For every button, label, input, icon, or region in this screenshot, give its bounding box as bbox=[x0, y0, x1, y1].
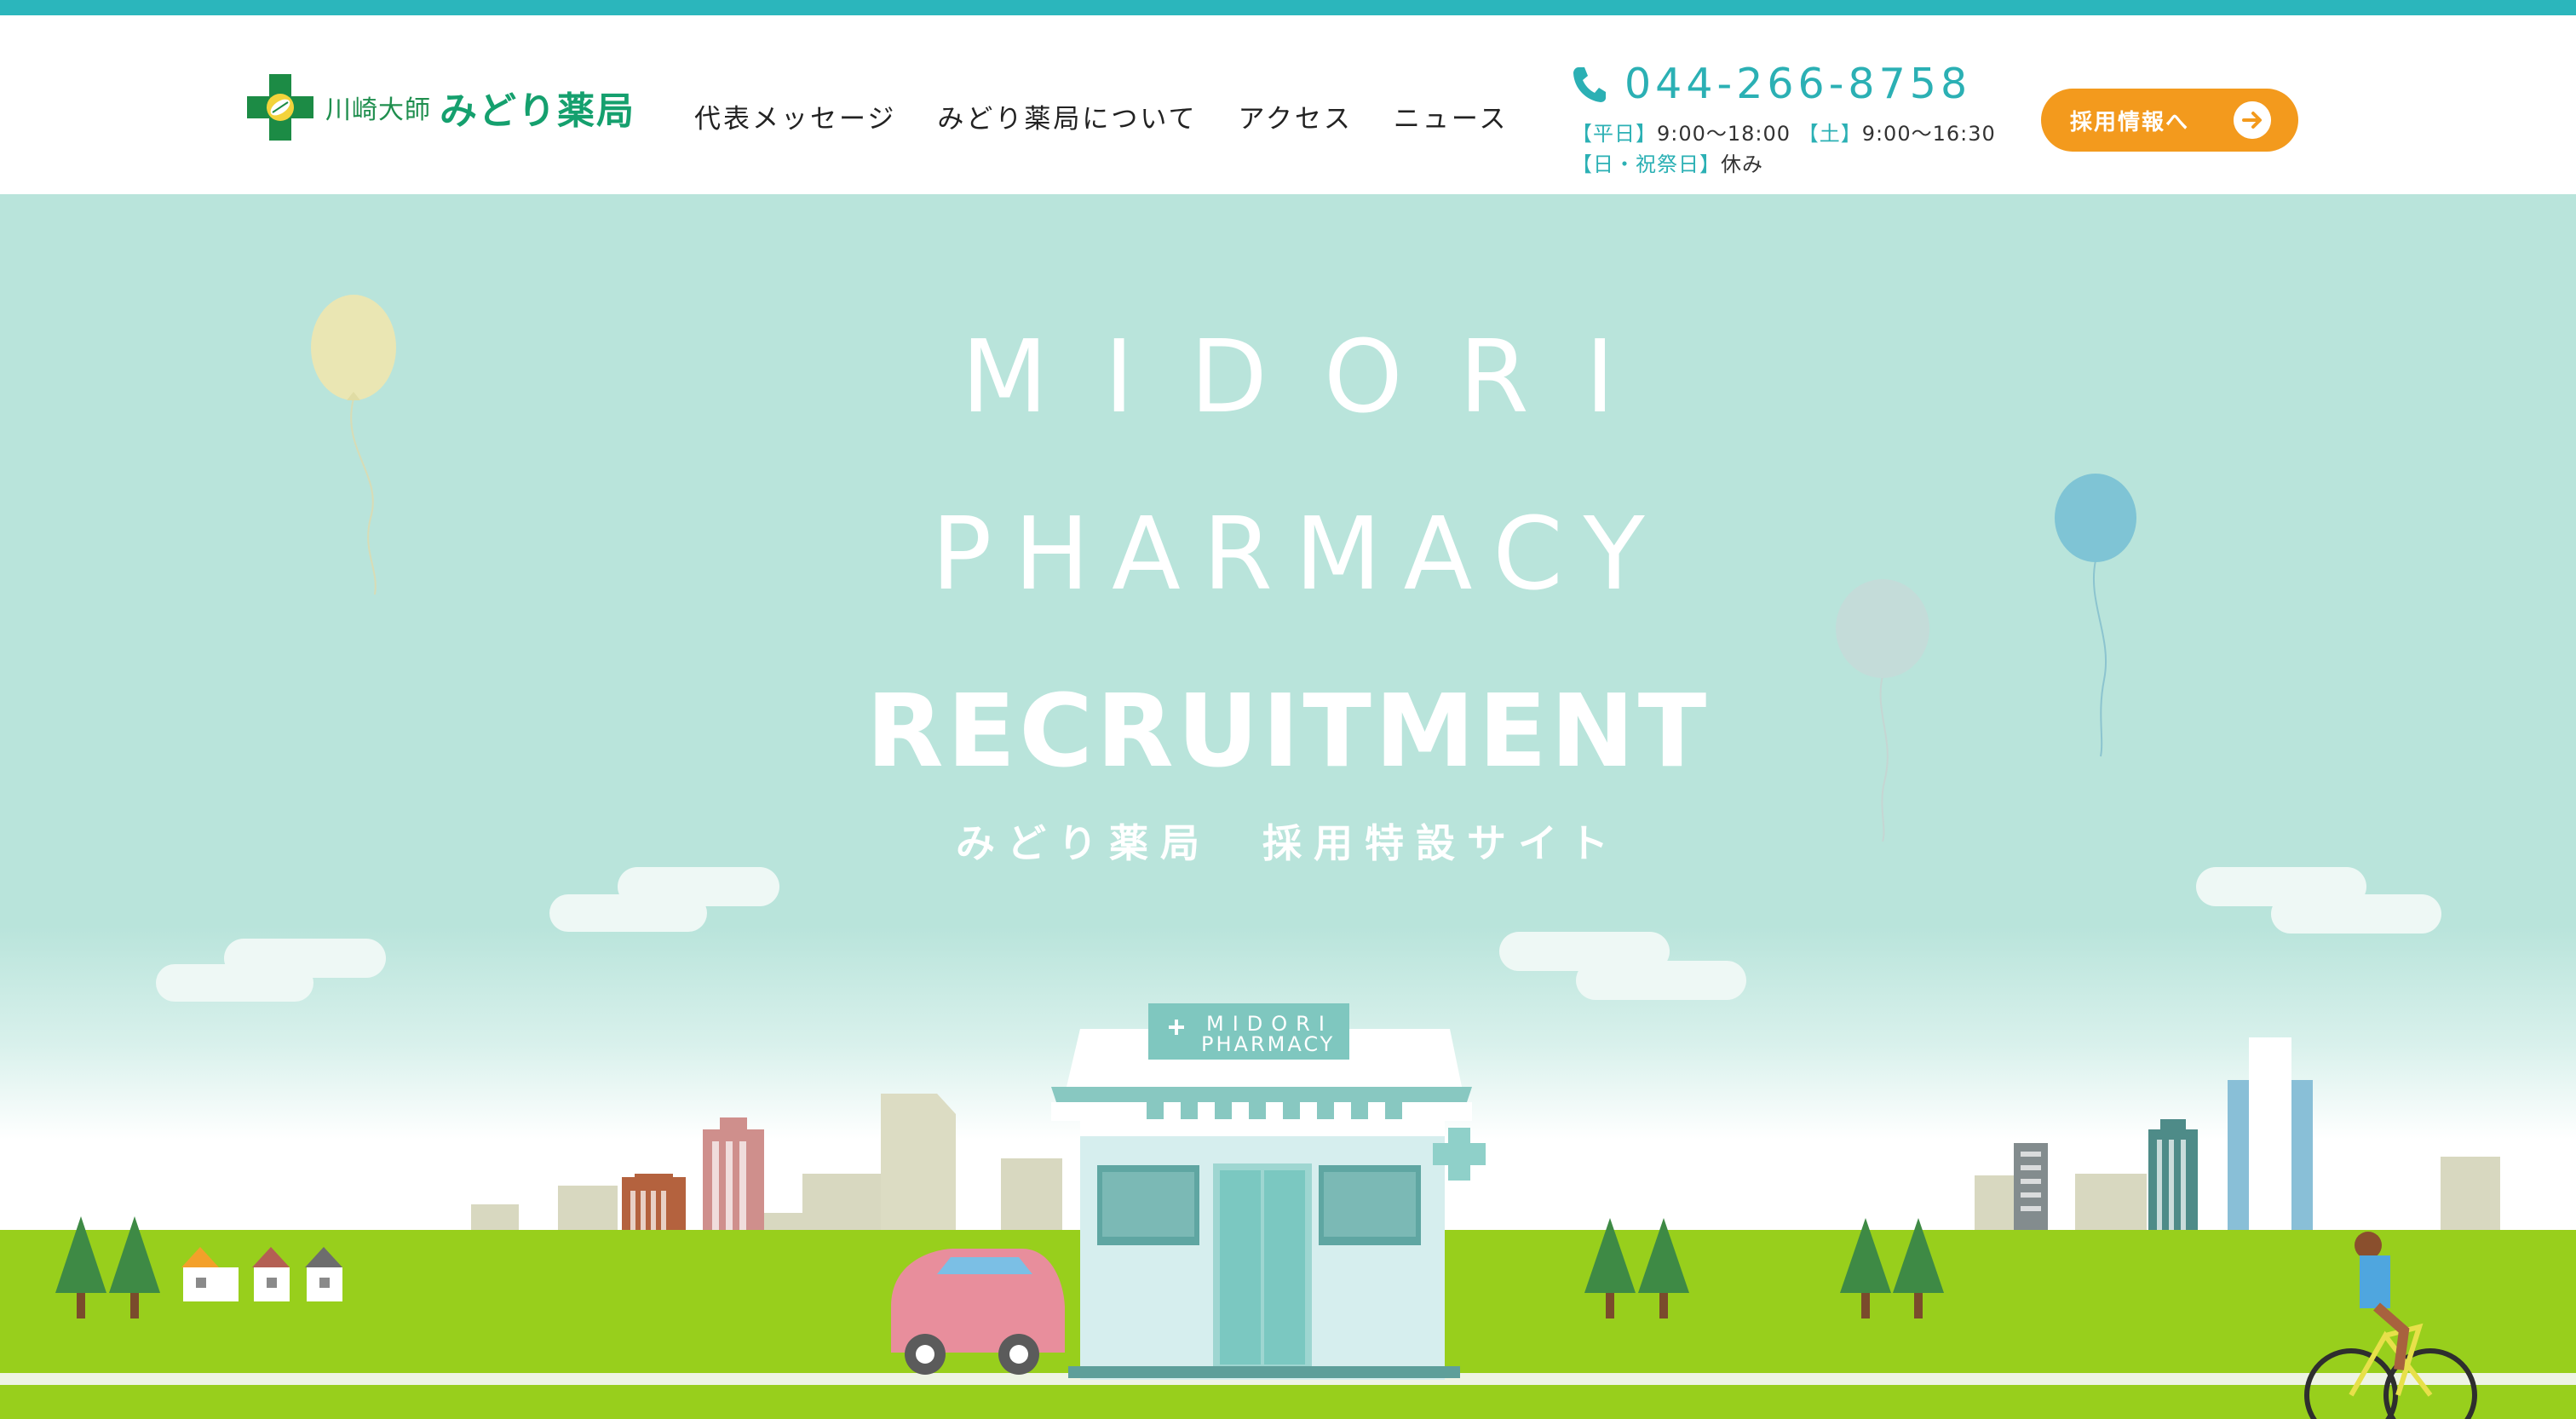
site-header: 川崎大師 みどり薬局 代表メッセージ みどり薬局について アクセス ニュース 0… bbox=[0, 15, 2576, 194]
weekday-hours: 9:00〜18:00 bbox=[1657, 122, 1791, 146]
logo-title: みどり薬局 bbox=[440, 89, 635, 133]
recruit-info-button[interactable]: 採用情報へ bbox=[2041, 89, 2298, 152]
nav-item-about[interactable]: みどり薬局について bbox=[937, 97, 1197, 135]
saturday-hours: 9:00〜16:30 bbox=[1861, 122, 1996, 146]
weekday-tag: 【平日】 bbox=[1572, 122, 1657, 146]
top-accent-strip bbox=[0, 0, 2576, 15]
contact-info: 044-266-8758 【平日】9:00〜18:00 【土】9:00〜16:3… bbox=[1572, 60, 1996, 180]
hero-title-line2: PHARMACY bbox=[931, 495, 1667, 612]
hero-title: MIDORI PHARMACY RECRUITMENT bbox=[0, 288, 2576, 819]
closed-tag: 【日・祝祭日】 bbox=[1572, 152, 1721, 176]
nav-item-access[interactable]: アクセス bbox=[1238, 97, 1352, 135]
nav-item-news[interactable]: ニュース bbox=[1394, 97, 1508, 135]
saturday-tag: 【土】 bbox=[1797, 122, 1862, 146]
main-nav: 代表メッセージ みどり薬局について アクセス ニュース bbox=[694, 97, 1508, 135]
nav-item-message[interactable]: 代表メッセージ bbox=[694, 97, 896, 135]
business-hours: 【平日】9:00〜18:00 【土】9:00〜16:30 【日・祝祭日】休み bbox=[1572, 118, 1996, 180]
recruit-button-label: 採用情報へ bbox=[2070, 109, 2190, 135]
logo-subtitle: 川崎大師 bbox=[325, 95, 431, 125]
hero-section: MIDORI PHARMACY MIDORI PHARMACY RECRUITM… bbox=[0, 194, 2576, 1419]
closed-text: 休み bbox=[1721, 152, 1763, 176]
pharmacy-sign-line2: PHARMACY bbox=[1201, 1032, 1335, 1056]
pharmacy-building: MIDORI PHARMACY bbox=[1051, 1003, 1486, 1380]
phone-icon bbox=[1573, 66, 1606, 102]
phone-number[interactable]: 044-266-8758 bbox=[1624, 60, 1971, 108]
hours-row-1: 【平日】9:00〜18:00 【土】9:00〜16:30 bbox=[1572, 118, 1996, 149]
site-logo[interactable]: 川崎大師 みどり薬局 bbox=[247, 72, 635, 143]
arrow-right-icon bbox=[2234, 101, 2271, 139]
hero-subtitle: みどり薬局 採用特設サイト bbox=[956, 820, 1620, 866]
phone-row[interactable]: 044-266-8758 bbox=[1572, 60, 1996, 108]
hero-title-line1: MIDORI bbox=[961, 318, 1671, 435]
logo-cross-icon bbox=[247, 74, 313, 141]
clouds bbox=[156, 867, 2441, 1002]
hours-row-2: 【日・祝祭日】休み bbox=[1572, 149, 1996, 180]
hero-title-line3: RECRUITMENT bbox=[865, 672, 1711, 790]
